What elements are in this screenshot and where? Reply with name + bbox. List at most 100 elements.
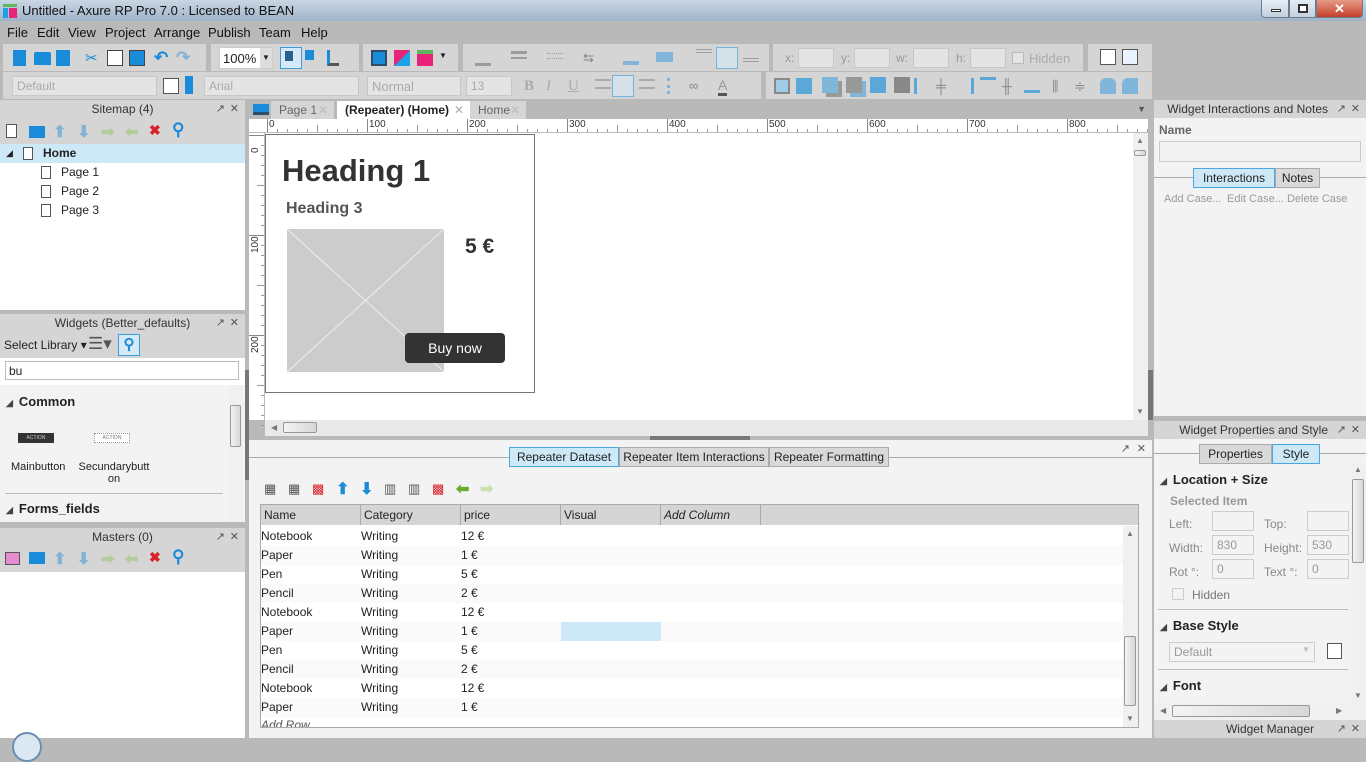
cell-category[interactable]: Writing	[361, 660, 398, 679]
menu-edit[interactable]: Edit	[37, 25, 59, 40]
rotation-input[interactable]: 0	[1212, 559, 1254, 579]
align-bottom-icon[interactable]	[743, 58, 759, 62]
font-weight-select[interactable]: Normal	[367, 76, 461, 96]
scroll-right-icon[interactable]: ▶	[1336, 706, 1342, 715]
cell-category[interactable]: Writing	[361, 679, 398, 698]
move-column-left-icon[interactable]: ⬅	[456, 479, 469, 499]
x-input[interactable]	[798, 48, 834, 68]
move-down-icon[interactable]: ⬇	[77, 122, 93, 141]
buy-now-button[interactable]: Buy now	[405, 333, 505, 363]
fill-color-icon[interactable]	[623, 49, 639, 65]
cell-price[interactable]: 5 €	[461, 641, 478, 660]
pop-out-icon[interactable]: ↗	[216, 100, 225, 118]
link-icon[interactable]: ∞	[689, 78, 705, 94]
pop-out-icon[interactable]: ↗	[1337, 100, 1346, 118]
unlock-icon[interactable]	[1122, 78, 1138, 94]
table-row[interactable]: Paper Writing 1 €	[261, 622, 1124, 641]
selected-cell[interactable]	[561, 622, 661, 641]
distribute-horizontal-icon[interactable]: ⫼	[1052, 78, 1068, 94]
insert-column-left-icon[interactable]: ▥	[384, 481, 396, 497]
style-select[interactable]: Default	[12, 76, 157, 96]
generate-icon[interactable]	[417, 50, 433, 66]
cell-name[interactable]: Pencil	[261, 660, 294, 679]
zoom-select[interactable]: 100% ▼	[219, 47, 273, 69]
cell-name[interactable]: Pen	[261, 641, 282, 660]
secundarybutton-widget[interactable]: ACTION	[94, 433, 130, 443]
copy-icon[interactable]	[107, 50, 123, 66]
expand-triangle-icon[interactable]: ◢	[6, 144, 13, 163]
search-toggle-button[interactable]: ⚲	[118, 334, 140, 356]
move-up-icon[interactable]: ⬆	[53, 549, 69, 568]
cell-category[interactable]: Writing	[361, 698, 398, 717]
align-center-objects-icon[interactable]: ╪	[936, 78, 952, 94]
add-to-master-icon[interactable]	[1122, 49, 1138, 65]
paste-icon[interactable]	[129, 50, 145, 66]
add-master-icon[interactable]	[5, 552, 20, 565]
cell-price[interactable]: 2 €	[461, 584, 478, 603]
cell-price[interactable]: 1 €	[461, 546, 478, 565]
cell-price[interactable]: 12 €	[461, 679, 484, 698]
select-contained-icon[interactable]	[305, 50, 314, 60]
align-bottom-objects-icon[interactable]	[1024, 77, 1040, 93]
menu-arrange[interactable]: Arrange	[154, 25, 200, 40]
minimize-button[interactable]	[1261, 0, 1289, 18]
delete-page-icon[interactable]: ✖	[149, 122, 165, 138]
base-style-select[interactable]: Default ▼	[1169, 642, 1315, 662]
align-top-icon[interactable]	[696, 49, 712, 53]
scrollbar-thumb[interactable]	[1124, 636, 1136, 706]
table-row[interactable]: Pen Writing 5 €	[261, 565, 1124, 584]
mainbutton-widget[interactable]: ACTION	[18, 433, 54, 443]
text-rotation-input[interactable]: 0	[1307, 559, 1349, 579]
scroll-left-icon[interactable]: ◀	[271, 423, 277, 432]
search-icon[interactable]: ⚲	[172, 547, 188, 566]
y-input[interactable]	[854, 48, 890, 68]
cell-name[interactable]: Notebook	[261, 527, 312, 546]
align-middle-button[interactable]	[716, 47, 738, 69]
send-back-icon[interactable]	[846, 77, 862, 93]
distribute-vertical-icon[interactable]: ≑	[1074, 78, 1090, 94]
widget-group-common[interactable]: ◢ Common	[6, 394, 75, 409]
close-panel-icon[interactable]: ✕	[1351, 720, 1360, 738]
hidden-checkbox[interactable]	[1172, 588, 1184, 600]
tab-style[interactable]: Style	[1272, 444, 1320, 464]
save-icon[interactable]	[56, 50, 70, 66]
scroll-up-icon[interactable]: ▲	[1136, 136, 1144, 145]
insert-column-right-icon[interactable]: ▥	[408, 481, 420, 497]
align-center-button[interactable]	[612, 75, 634, 97]
pop-out-icon[interactable]: ↗	[216, 528, 225, 546]
section-font[interactable]: ◢ Font	[1160, 678, 1201, 693]
tab-home[interactable]: Home ✕	[470, 101, 526, 119]
pop-out-icon[interactable]: ↗	[1337, 720, 1346, 738]
select-library-dropdown[interactable]: Select Library ▾	[4, 338, 87, 352]
chevron-down-icon[interactable]: ▼	[439, 51, 447, 60]
cell-name[interactable]: Notebook	[261, 679, 312, 698]
tab-notes[interactable]: Notes	[1275, 168, 1320, 188]
menu-file[interactable]: File	[7, 25, 28, 40]
widget-group-forms-fields[interactable]: ◢ Forms_fields	[6, 501, 100, 516]
table-scrollbar[interactable]: ▲ ▼	[1123, 526, 1138, 727]
menu-help[interactable]: Help	[301, 25, 328, 40]
font-select[interactable]: Arial	[204, 76, 359, 96]
properties-scrollbar[interactable]: ▲ ▼	[1351, 463, 1366, 703]
table-row[interactable]: Notebook Writing 12 €	[261, 679, 1124, 698]
insert-row-below-icon[interactable]: ▦	[288, 481, 300, 497]
cell-category[interactable]: Writing	[361, 527, 398, 546]
close-panel-icon[interactable]: ✕	[230, 528, 239, 546]
cell-price[interactable]: 12 €	[461, 527, 484, 546]
delete-case-button[interactable]: Delete Case	[1287, 193, 1348, 205]
undo-icon[interactable]: ↶	[154, 48, 170, 67]
chevron-down-icon[interactable]: ▼	[1137, 104, 1146, 114]
sitemap-item-page-3[interactable]: Page 3	[0, 201, 245, 220]
heading-1[interactable]: Heading 1	[282, 153, 430, 189]
menu-publish[interactable]: Publish	[208, 25, 251, 40]
section-base-style[interactable]: ◢ Base Style	[1160, 618, 1239, 633]
align-top-objects-icon[interactable]	[980, 77, 996, 93]
align-right-objects-icon[interactable]	[958, 78, 974, 94]
table-row[interactable]: Paper Writing 1 €	[261, 546, 1124, 565]
column-header-name[interactable]: Name	[261, 505, 361, 525]
style-editor-icon[interactable]	[163, 78, 179, 94]
widget-search-input[interactable]: bu	[5, 361, 239, 380]
delete-row-icon[interactable]: ▩	[312, 481, 324, 497]
close-tab-icon[interactable]: ✕	[454, 101, 464, 119]
height-input[interactable]: 530	[1307, 535, 1349, 555]
